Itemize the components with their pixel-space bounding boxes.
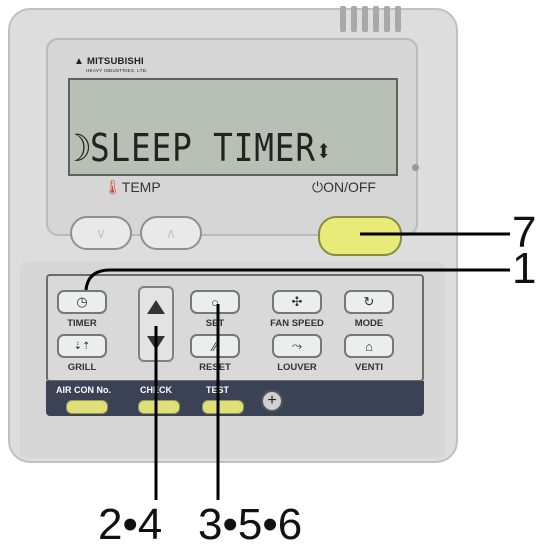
- callout-3-5-6: 3•5•6: [198, 500, 303, 549]
- callout-1: 1: [512, 244, 537, 293]
- callout-2-4: 2•4: [98, 500, 163, 549]
- callout-lines: [84, 232, 510, 500]
